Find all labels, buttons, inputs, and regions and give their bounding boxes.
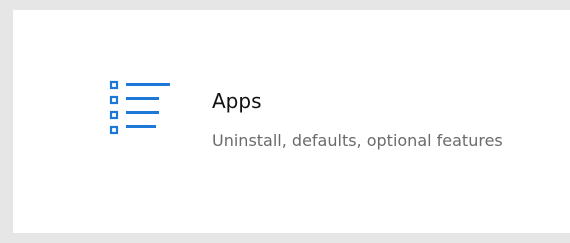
tile-description: Uninstall, defaults, optional features <box>212 131 503 150</box>
apps-settings-tile[interactable]: Apps Uninstall, defaults, optional featu… <box>13 10 570 233</box>
apps-list-icon <box>108 79 170 145</box>
tile-title: Apps <box>212 89 262 113</box>
